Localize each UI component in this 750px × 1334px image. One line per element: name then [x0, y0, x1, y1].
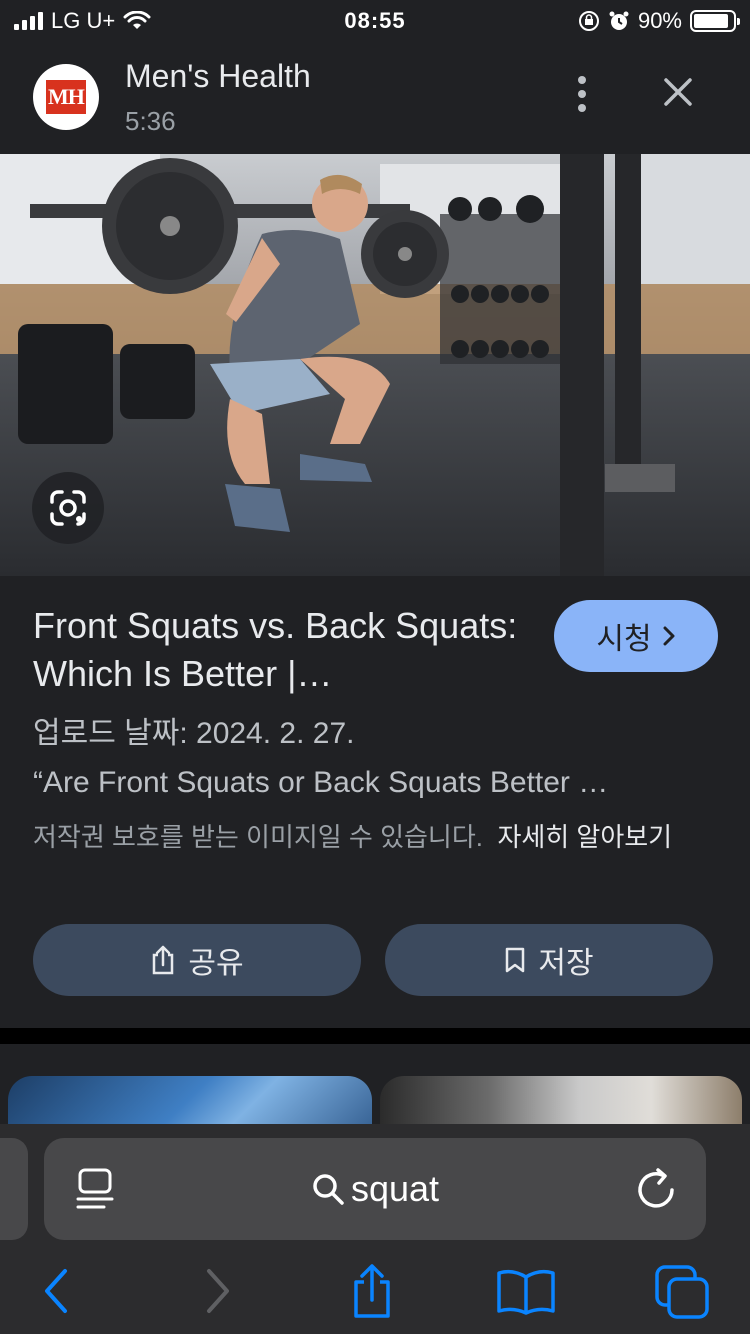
close-icon[interactable] [656, 70, 700, 114]
battery-icon [690, 10, 740, 32]
source-name[interactable]: Men's Health [125, 58, 311, 95]
safari-bottom-bar: squat [0, 1124, 750, 1334]
video-duration: 5:36 [125, 106, 176, 136]
result-header: MH Men's Health 5:36 [0, 40, 750, 154]
previous-tab-peek[interactable] [0, 1138, 28, 1240]
search-query: squat [350, 1168, 440, 1209]
share-icon [153, 945, 174, 975]
forward-icon [207, 1269, 229, 1313]
back-button[interactable] [24, 1260, 88, 1322]
result-title[interactable]: Front Squats vs. Back Squats: Which Is B… [33, 602, 533, 698]
result-snippet: “Are Front Squats or Back Squats Better … [33, 766, 609, 799]
orientation-lock-icon [578, 11, 599, 31]
more-options-button[interactable] [566, 72, 598, 116]
reload-icon[interactable] [634, 1166, 678, 1212]
google-lens-icon [50, 490, 86, 526]
status-bar: LG U+ 08:55 90% [0, 0, 750, 40]
watch-label: 시청 [596, 623, 652, 656]
result-details: Front Squats vs. Back Squats: Which Is B… [0, 576, 750, 1028]
share-button[interactable]: 공유 [33, 924, 361, 996]
lens-button[interactable] [32, 472, 104, 544]
tabs-button[interactable] [650, 1260, 714, 1322]
share-page-button[interactable] [340, 1260, 404, 1322]
chevron-right-icon [663, 626, 675, 646]
bookmark-icon [506, 947, 525, 973]
copyright-notice: 저작권 보호를 받는 이미지일 수 있습니다. 자세히 알아보기 [33, 818, 713, 856]
battery-percent: 90% [637, 8, 682, 33]
squat-photo [0, 154, 750, 576]
bookmarks-icon [497, 1269, 555, 1315]
result-image[interactable] [0, 154, 750, 576]
tabs-icon [655, 1265, 709, 1319]
source-logo[interactable]: MH [33, 64, 99, 130]
learn-more-link[interactable]: 자세히 알아보기 [497, 822, 672, 852]
watch-button[interactable]: 시청 [554, 600, 718, 672]
copyright-text: 저작권 보호를 받는 이미지일 수 있습니다. [33, 822, 483, 852]
share-label: 공유 [188, 947, 244, 980]
upload-date: 업로드 날짜: 2024. 2. 27. [33, 717, 355, 750]
search-icon [313, 1174, 344, 1205]
forward-button[interactable] [186, 1260, 250, 1322]
more-vert-icon [578, 76, 586, 84]
source-logo-mark: MH [46, 80, 86, 114]
address-text[interactable]: squat [44, 1168, 706, 1210]
share-icon [354, 1264, 390, 1318]
save-button[interactable]: 저장 [385, 924, 713, 996]
alarm-icon [609, 11, 629, 30]
battery-level [694, 14, 729, 28]
address-bar[interactable]: squat [44, 1138, 706, 1240]
section-divider [0, 1028, 750, 1044]
status-right: 90% [578, 8, 740, 34]
bookmarks-button[interactable] [494, 1260, 558, 1322]
safari-toolbar [0, 1254, 750, 1324]
save-label: 저장 [538, 947, 594, 980]
back-icon [45, 1269, 67, 1313]
